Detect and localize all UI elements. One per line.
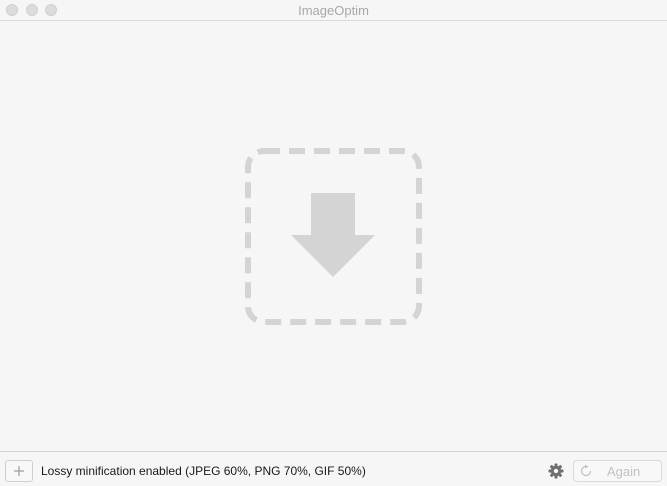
plus-icon — [14, 466, 24, 476]
download-arrow-icon — [245, 148, 422, 325]
drop-zone[interactable] — [0, 21, 667, 451]
again-button[interactable]: Again — [573, 460, 662, 482]
again-label: Again — [607, 464, 641, 479]
gear-icon[interactable] — [548, 463, 564, 479]
title-bar: ImageOptim — [0, 0, 667, 21]
app-window: ImageOptim Lossy minification enabled (J… — [0, 0, 667, 486]
add-files-button[interactable] — [5, 460, 33, 482]
status-message: Lossy minification enabled (JPEG 60%, PN… — [41, 464, 366, 478]
window-title: ImageOptim — [298, 3, 369, 18]
refresh-icon — [580, 464, 592, 477]
bottom-toolbar: Lossy minification enabled (JPEG 60%, PN… — [0, 451, 667, 486]
